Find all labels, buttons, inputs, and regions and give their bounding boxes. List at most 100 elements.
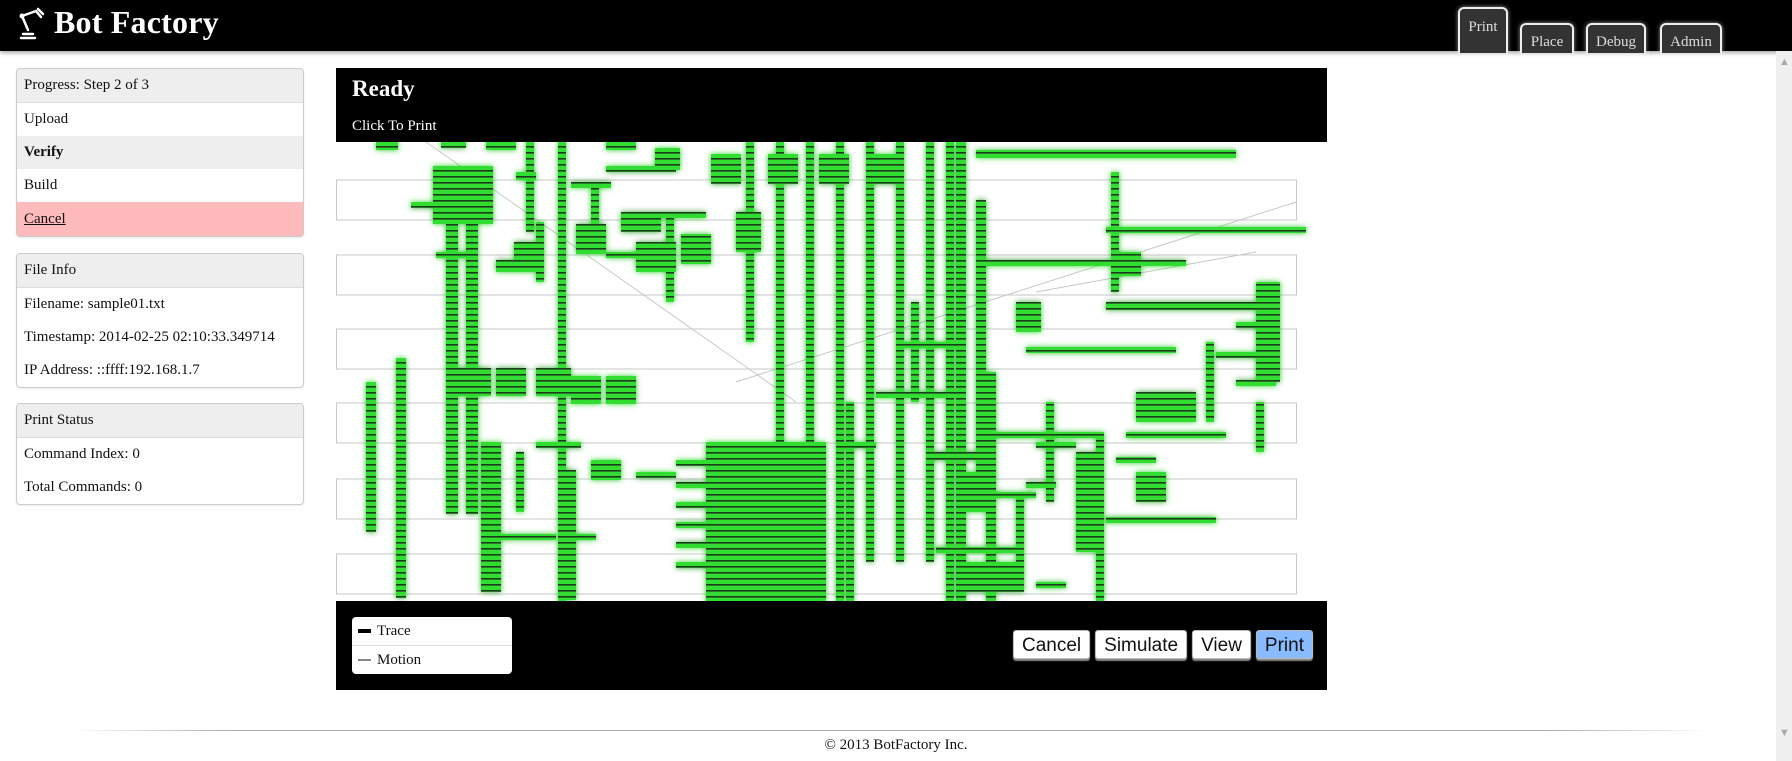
trace-segment (526, 142, 534, 232)
trace-segment (655, 148, 680, 170)
trace-segment (1236, 380, 1276, 386)
trace-segment (536, 442, 581, 448)
trace-segment (411, 202, 433, 208)
trace-paths (366, 142, 1306, 601)
trace-segment (836, 442, 876, 448)
trace-segment (846, 402, 854, 601)
trace-segment (819, 154, 849, 184)
filename: Filename: sample01.txt (24, 296, 165, 312)
top-navigation-bar: Bot Factory Print Place Debug Admin (0, 0, 1792, 53)
trace-segment (366, 382, 376, 532)
trace-segment (926, 452, 986, 460)
trace-segment (1236, 322, 1276, 328)
trace-segment (1106, 517, 1216, 523)
trace-segment (1036, 582, 1066, 588)
command-index: Command Index: 0 (24, 446, 140, 462)
trace-segment (636, 472, 676, 478)
trace-segment (441, 142, 466, 148)
trace-segment (433, 166, 493, 224)
trace-segment (911, 302, 919, 402)
cancel-link[interactable]: Cancel (17, 202, 303, 236)
trace-segment (681, 234, 711, 264)
circuit-preview-canvas[interactable] (336, 142, 1327, 601)
print-status-panel: Print Status Command Index: 0 Total Comm… (16, 403, 304, 505)
trace-segment (926, 142, 934, 562)
trace-segment (676, 542, 706, 548)
trace-segment (676, 562, 706, 568)
trace-segment (481, 442, 501, 592)
trace-segment (936, 547, 1016, 553)
trace-segment (1026, 347, 1176, 353)
trace-segment (1256, 402, 1264, 452)
print-panel: Ready Click To Print Trace Motion Cancel… (336, 68, 1327, 690)
trace-segment (976, 150, 1236, 158)
legend-trace-label: Trace (377, 623, 411, 639)
step-upload: Upload (24, 111, 69, 127)
print-status-title: Print Status (17, 404, 303, 438)
legend: Trace Motion (352, 617, 512, 674)
view-button[interactable]: View (1192, 630, 1251, 659)
trace-segment (676, 482, 706, 488)
trace-segment (576, 224, 606, 254)
trace-segment (768, 154, 798, 184)
trace-segment (896, 342, 956, 348)
trace-segment (1106, 302, 1256, 310)
print-button[interactable]: Print (1255, 630, 1313, 659)
vertical-scrollbar[interactable]: ▲ ▼ (1776, 51, 1792, 761)
trace-segment (1126, 432, 1226, 438)
footer-copyright: © 2013 BotFactory Inc. (824, 737, 968, 753)
trace-segment (976, 200, 986, 480)
trace-segment (896, 142, 904, 562)
trace-segment (1016, 492, 1024, 592)
progress-panel: Progress: Step 2 of 3 Upload Verify Buil… (16, 68, 304, 237)
trace-segment (866, 142, 874, 562)
simulate-button[interactable]: Simulate (1095, 630, 1188, 659)
trace-segment (1136, 260, 1186, 266)
trace-segment (496, 534, 536, 540)
trace-segment (566, 470, 576, 600)
trace-segment (966, 472, 996, 512)
brand[interactable]: Bot Factory (16, 4, 219, 41)
cancel-button[interactable]: Cancel (1013, 630, 1091, 659)
trace-segment (496, 260, 516, 272)
step-build: Build (24, 177, 58, 193)
trace-segment (516, 452, 524, 512)
trace-segment (376, 142, 398, 150)
legend-trace: Trace (352, 617, 512, 645)
status-title: Ready (352, 76, 415, 101)
file-info-title: File Info (17, 254, 303, 288)
trace-segment (456, 368, 491, 396)
trace-segment (496, 368, 526, 396)
trace-segment (621, 212, 661, 232)
trace-segment (571, 376, 601, 404)
motion-line (1035, 251, 1257, 293)
nav-tab-admin[interactable]: Admin (1660, 23, 1722, 53)
trace-swatch-icon (358, 629, 371, 633)
trace-segment (486, 142, 516, 150)
trace-segment (1216, 352, 1256, 358)
file-info-panel: File Info Filename: sample01.txt Timesta… (16, 253, 304, 388)
trace-segment (1016, 302, 1041, 332)
trace-segment (676, 522, 706, 528)
trace-segment (606, 142, 636, 150)
scroll-up-arrow-icon[interactable]: ▲ (1779, 56, 1790, 68)
footer-divider (70, 730, 1710, 731)
trace-segment (396, 358, 406, 598)
step-verify: Verify (17, 136, 303, 169)
click-to-print-link[interactable]: Click To Print (352, 118, 437, 135)
trace-segment (711, 154, 741, 184)
trace-segment (1206, 342, 1214, 422)
trace-segment (606, 376, 636, 404)
motion-swatch-icon (358, 659, 371, 661)
circuit-preview (336, 142, 1306, 601)
app-title: Bot Factory (54, 4, 219, 40)
trace-segment (656, 212, 706, 218)
trace-segment (536, 368, 571, 396)
trace-segment (1036, 442, 1076, 448)
trace-segment (1026, 482, 1056, 488)
nav-tab-print[interactable]: Print (1458, 7, 1508, 53)
nav-tab-place[interactable]: Place (1520, 23, 1574, 53)
trace-segment (1116, 457, 1156, 463)
nav-tab-debug[interactable]: Debug (1586, 23, 1646, 53)
total-commands: Total Commands: 0 (24, 479, 143, 495)
